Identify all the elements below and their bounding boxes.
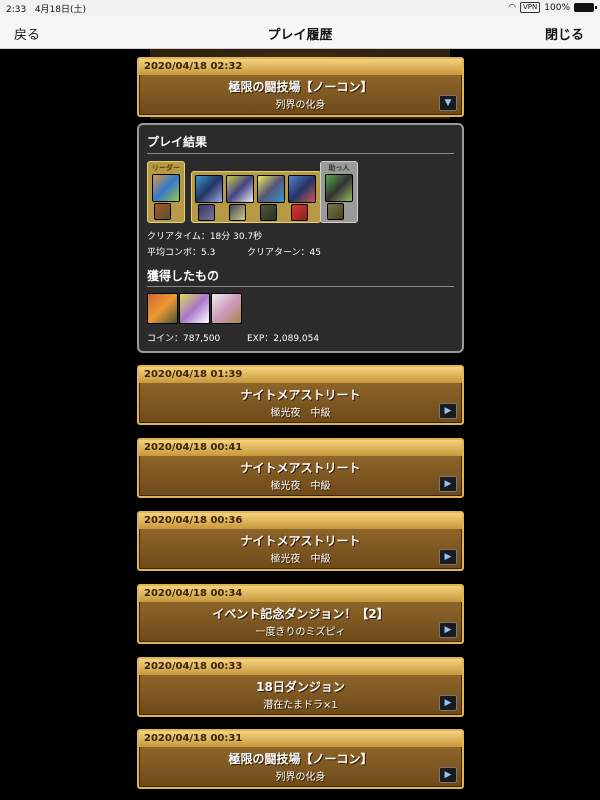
drop-monster-icon [211,293,242,324]
exp-reward: EXP：2,089,054 [247,334,320,344]
entry-timestamp: 2020/04/18 00:33 [139,659,462,675]
history-entry[interactable]: 2020/04/18 00:36 ナイトメアストリート 極光夜 中級 ▶ [137,511,464,571]
helper-label: 助っ人 [328,164,350,172]
status-clock: 2:33 [6,5,27,15]
average-combo: 平均コンボ：5.3 [147,248,216,258]
entry-subtitle: 潜在たまドラ×1 [263,700,338,711]
entry-subtitle: 極光夜 中級 [270,481,331,492]
expand-arrow-icon[interactable]: ▶ [439,695,457,711]
divider [147,286,454,287]
sub-assist-icon [260,204,277,221]
sub-monster-icon [257,175,285,203]
battery-percent: 100% [544,2,570,13]
sub-assist-icon [229,204,246,221]
sub-assist-icon [198,204,215,221]
sub-assist-icon [291,204,308,221]
entry-title: 極限の闘技場【ノーコン】 [228,752,373,766]
entry-title: 極限の闘技場【ノーコン】 [228,80,373,94]
leader-slot: リーダー [147,161,185,223]
obtained-section-title: 獲得したもの [147,269,220,283]
history-entry[interactable]: 2020/04/18 00:31 極限の闘技場【ノーコン】 列界の化身 ▶ [137,729,464,789]
expand-arrow-icon[interactable]: ▶ [439,767,457,783]
status-right: ◠ VPN 100% [508,2,597,13]
entry-title: ナイトメアストリート [240,388,361,402]
entry-title: 18日ダンジョン [256,680,345,694]
drop-monster-icon [179,293,210,324]
helper-slot: 助っ人 [320,161,358,223]
expand-arrow-icon[interactable]: ▶ [439,403,457,419]
history-entry[interactable]: 2020/04/18 00:33 18日ダンジョン 潜在たまドラ×1 ▶ [137,657,464,717]
close-button[interactable]: 閉じる [545,24,584,43]
helper-assist-icon [327,203,344,220]
result-section-title: プレイ結果 [147,135,208,149]
history-entry[interactable]: 2020/04/18 00:34 イベント記念ダンジョン！【2】 一度きりのミズ… [137,584,464,644]
collapse-arrow-icon[interactable]: ▼ [439,95,457,111]
history-entry[interactable]: 2020/04/18 00:41 ナイトメアストリート 極光夜 中級 ▶ [137,438,464,498]
battery-icon [574,3,597,12]
status-date: 4月18日(土) [34,5,87,15]
vpn-badge: VPN [520,2,541,13]
drop-monster-icon [147,293,178,324]
status-time: 2:33 4月18日(土) [6,2,86,15]
divider [147,153,454,154]
entry-title: ナイトメアストリート [240,461,361,475]
history-entry[interactable]: 2020/04/18 02:32 極限の闘技場【ノーコン】 列界の化身 ▼ [137,57,464,117]
leader-monster-icon [152,174,180,202]
sub-monster-icon [288,175,316,203]
navigation-bar: 戻る プレイ履歴 閉じる [0,16,600,49]
entry-subtitle: 列界の化身 [275,100,326,111]
coin-reward: コイン：787,500 [147,334,221,344]
leader-label: リーダー [152,164,180,172]
entry-title: イベント記念ダンジョン！【2】 [212,607,389,621]
page-title: プレイ履歴 [267,28,333,43]
play-result-panel: プレイ結果 リーダー 助っ人 クリアタイム：18分 30.7秒 平均コンボ：5.… [137,123,464,353]
clear-time: クリアタイム：18分 30.7秒 [147,232,263,242]
expand-arrow-icon[interactable]: ▶ [439,622,457,638]
entry-timestamp: 2020/04/18 02:32 [139,59,462,75]
entry-subtitle: 列界の化身 [275,772,326,783]
status-bar: 2:33 4月18日(土) ◠ VPN 100% [0,0,600,16]
entry-title: ナイトメアストリート [240,534,361,548]
history-entry[interactable]: 2020/04/18 01:39 ナイトメアストリート 極光夜 中級 ▶ [137,365,464,425]
sub-members [191,171,321,223]
sub-monster-icon [195,175,223,203]
leader-assist-icon [154,203,171,220]
history-list[interactable]: 2020/04/18 02:32 極限の闘技場【ノーコン】 列界の化身 ▼ プレ… [0,49,600,800]
entry-timestamp: 2020/04/18 00:41 [139,440,462,456]
expand-arrow-icon[interactable]: ▶ [439,549,457,565]
expand-arrow-icon[interactable]: ▶ [439,476,457,492]
helper-monster-icon [325,174,353,202]
clear-turn: クリアターン：45 [247,248,322,258]
entry-subtitle: 極光夜 中級 [270,554,331,565]
entry-timestamp: 2020/04/18 00:31 [139,731,462,747]
entry-subtitle: 極光夜 中級 [270,408,331,419]
sub-monster-icon [226,175,254,203]
entry-timestamp: 2020/04/18 00:34 [139,586,462,602]
wifi-icon: ◠ [508,2,517,13]
entry-subtitle: 一度きりのミズピィ [255,627,346,638]
entry-timestamp: 2020/04/18 00:36 [139,513,462,529]
entry-timestamp: 2020/04/18 01:39 [139,367,462,383]
